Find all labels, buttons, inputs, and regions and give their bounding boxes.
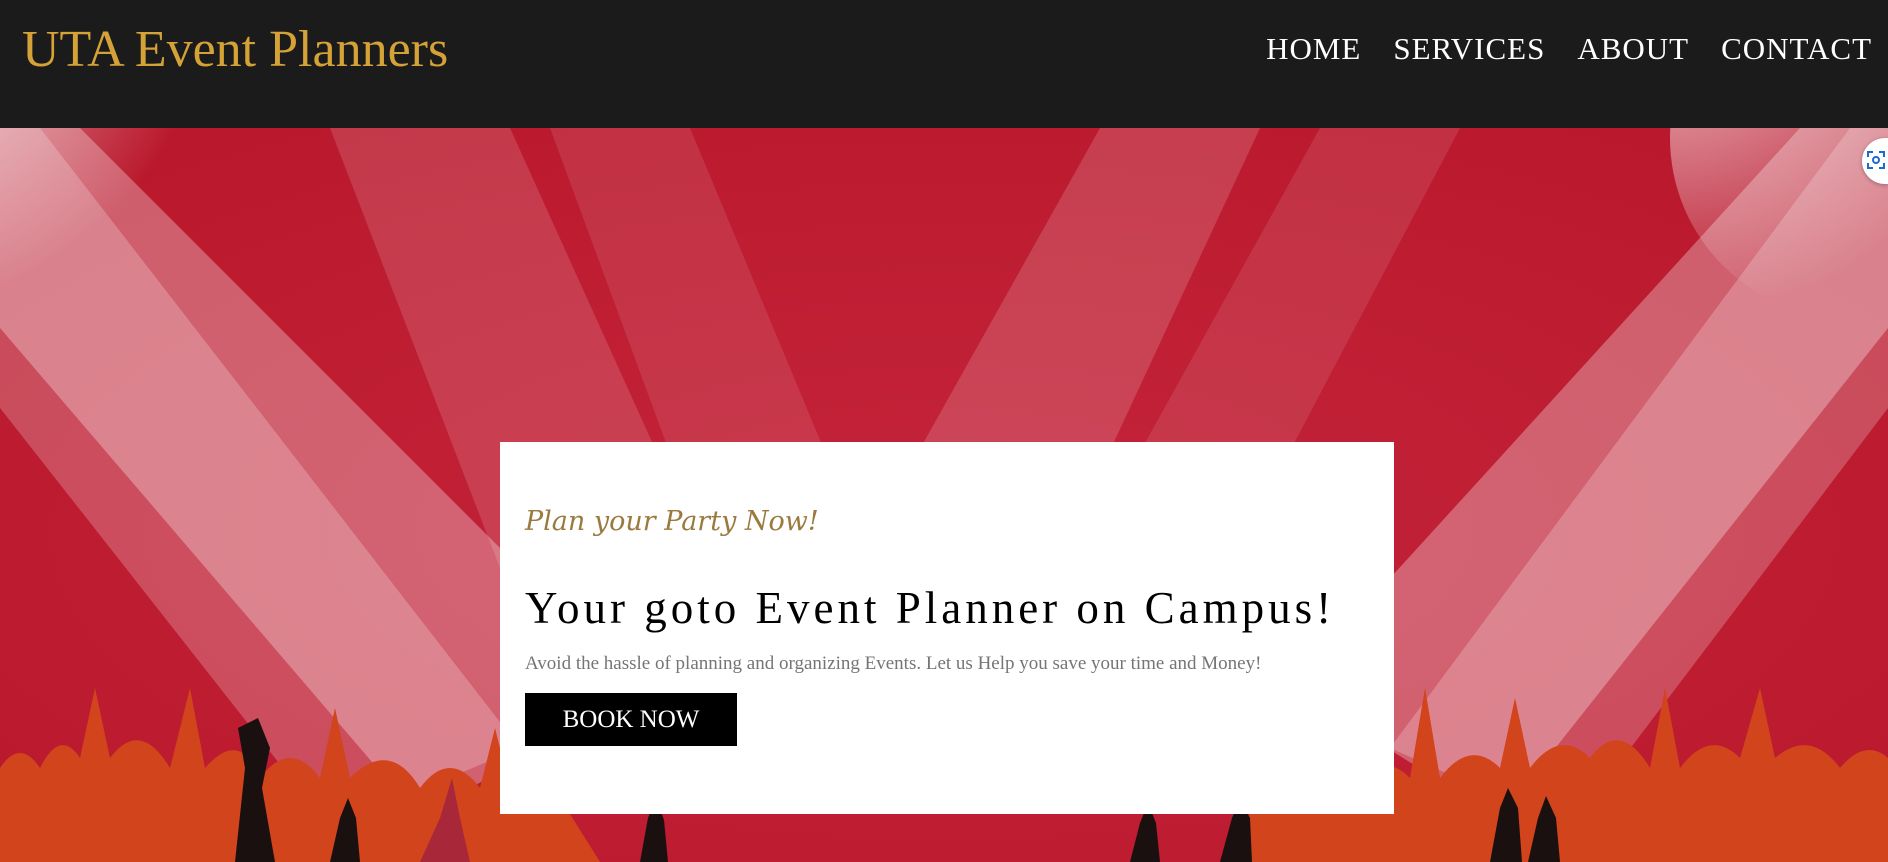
hero-subtext: Avoid the hassle of planning and organiz…: [525, 653, 1262, 674]
scan-icon: [1867, 151, 1885, 169]
nav-about[interactable]: ABOUT: [1577, 26, 1689, 72]
nav-home[interactable]: HOME: [1266, 26, 1361, 72]
hero-tagline: Plan your Party Now!: [525, 506, 819, 537]
hero-card: Plan your Party Now! Your goto Event Pla…: [500, 442, 1394, 814]
nav-services[interactable]: SERVICES: [1393, 26, 1545, 72]
nav-contact[interactable]: CONTACT: [1721, 26, 1872, 72]
book-now-button[interactable]: BOOK NOW: [525, 693, 737, 746]
top-navbar: UTA Event Planners HOME SERVICES ABOUT C…: [0, 0, 1888, 128]
hero-headline: Your goto Event Planner on Campus!: [525, 583, 1336, 633]
main-nav: HOME SERVICES ABOUT CONTACT: [1266, 26, 1872, 72]
brand-logo[interactable]: UTA Event Planners: [22, 18, 448, 82]
